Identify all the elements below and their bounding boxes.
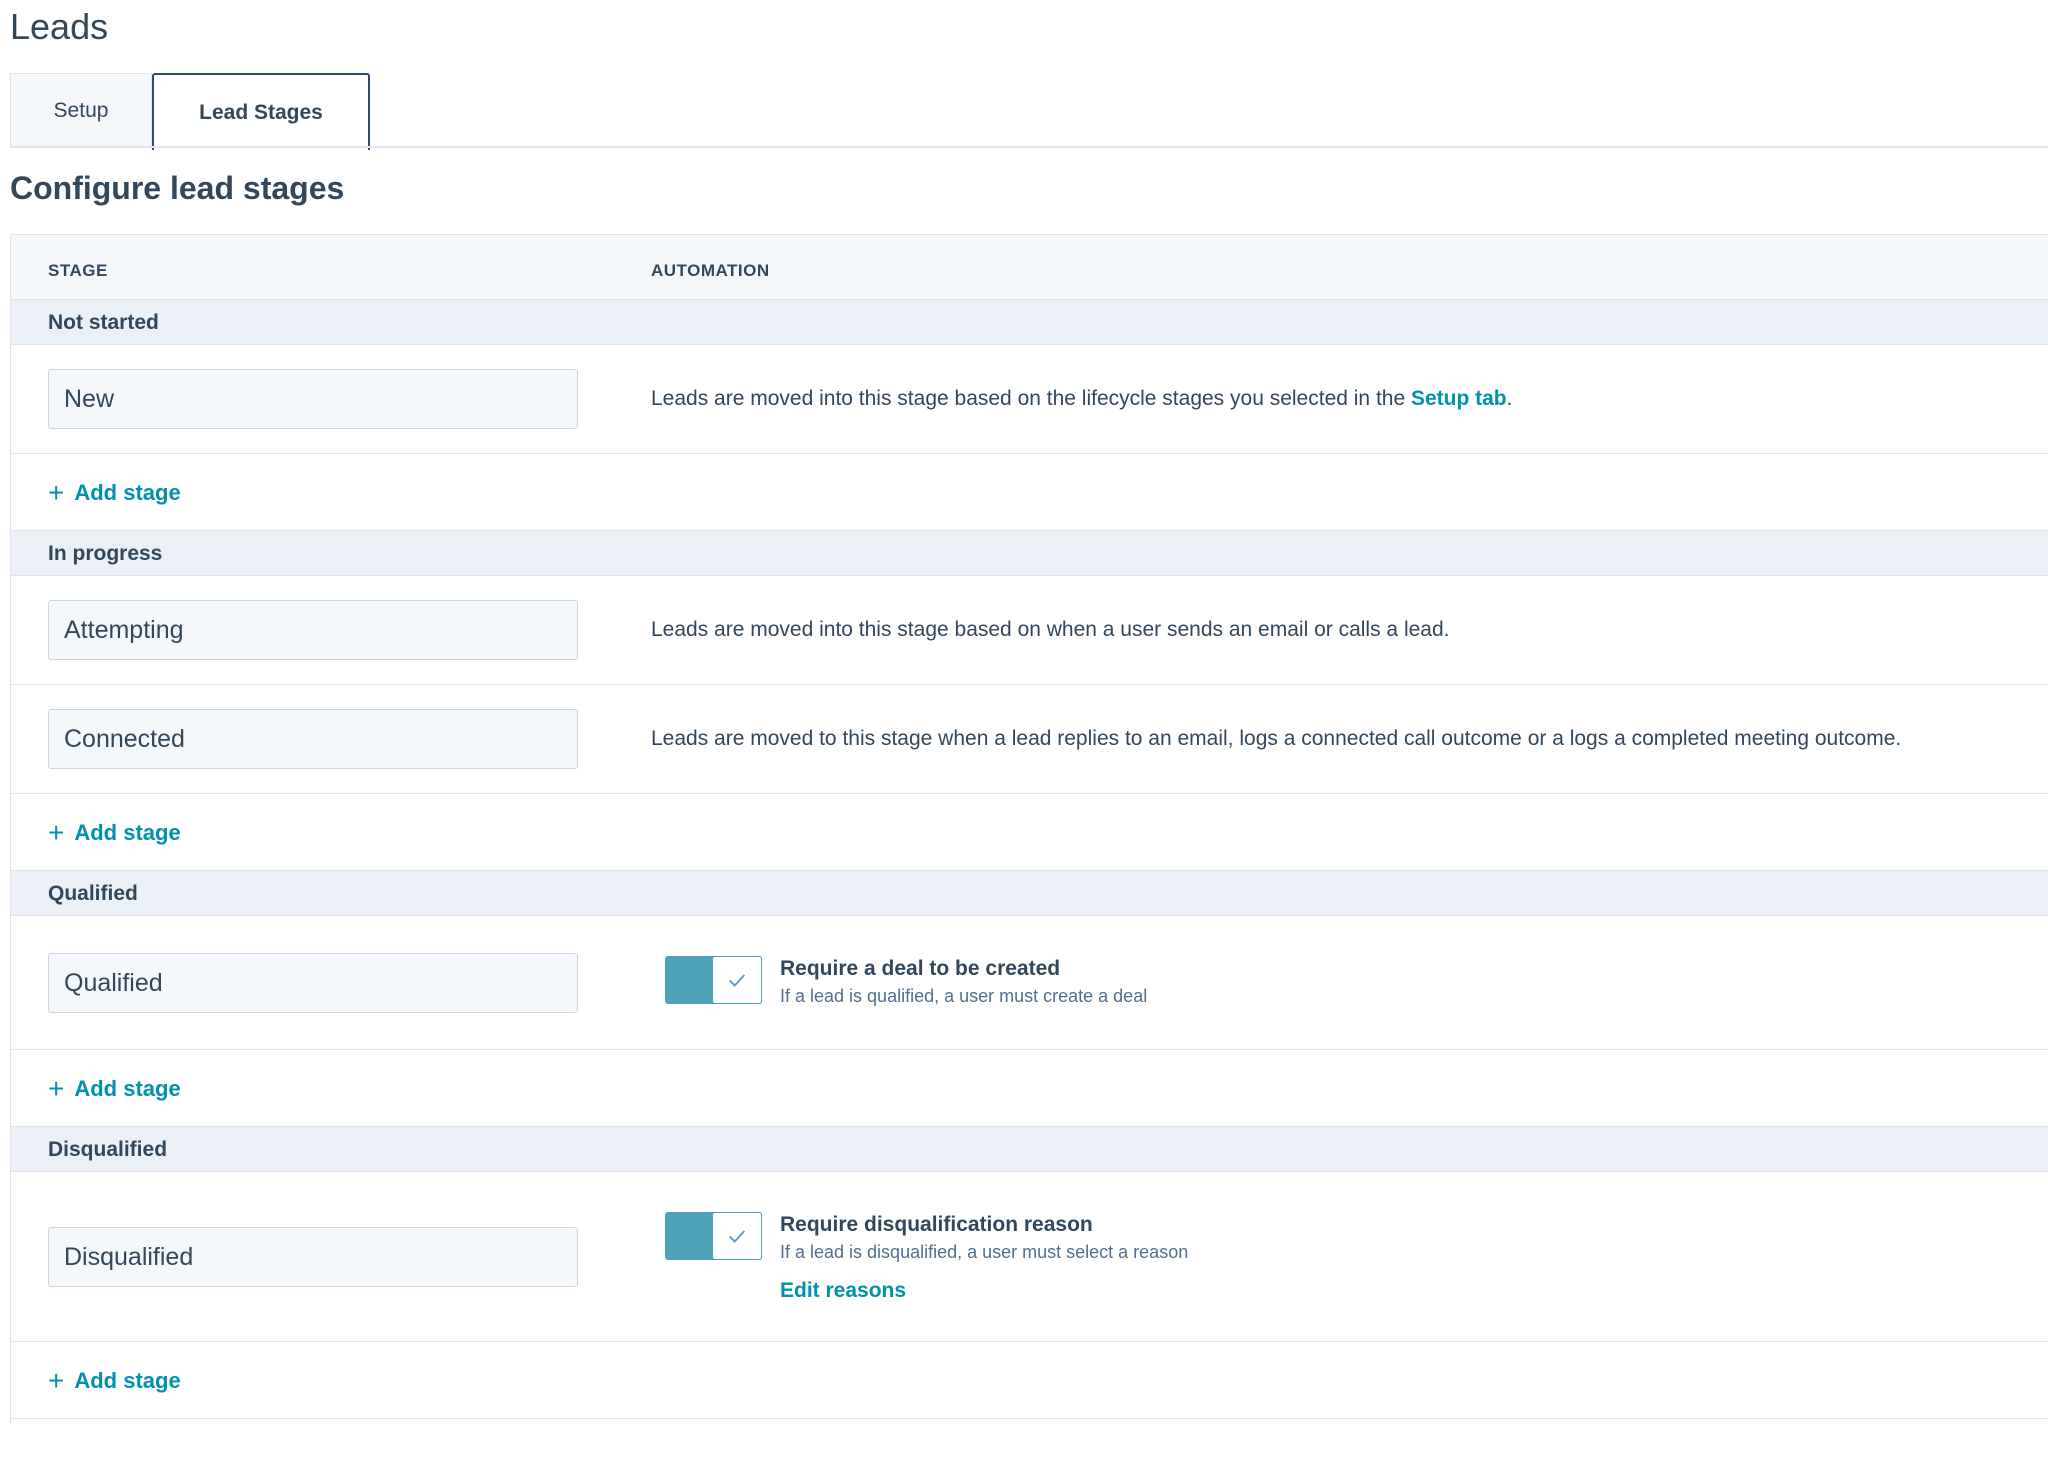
group-row-disqualified: Disqualified <box>11 1127 2048 1172</box>
table-row: Attempting Leads are moved into this sta… <box>11 576 2048 685</box>
tabs-divider <box>10 146 2048 148</box>
header-stage: STAGE <box>48 261 108 280</box>
add-stage-row: + Add stage <box>11 454 2048 531</box>
add-stage-button[interactable]: + Add stage <box>48 477 181 508</box>
add-stage-row: + Add stage <box>11 1050 2048 1127</box>
add-stage-label: Add stage <box>74 820 181 845</box>
header-automation: AUTOMATION <box>651 261 770 280</box>
add-stage-label: Add stage <box>74 1368 181 1393</box>
stage-name-input[interactable]: Connected <box>48 709 578 769</box>
toggle-knob <box>712 1212 762 1260</box>
toggle-title: Require disqualification reason <box>780 1213 1093 1236</box>
page-title: Leads <box>10 6 109 47</box>
add-stage-label: Add stage <box>74 1076 181 1101</box>
tab-lead-stages[interactable]: Lead Stages <box>152 73 370 150</box>
automation-suffix: . <box>1506 387 1513 410</box>
require-deal-toggle[interactable] <box>665 956 762 1004</box>
plus-icon: + <box>48 1073 65 1104</box>
toggle-knob <box>712 956 762 1004</box>
require-reason-toggle[interactable] <box>665 1212 762 1260</box>
add-stage-row: + Add stage <box>11 1342 2048 1419</box>
group-label: Disqualified <box>48 1138 168 1161</box>
check-icon <box>729 974 746 987</box>
table-header: STAGE AUTOMATION <box>11 234 2048 300</box>
stage-name-input[interactable]: New <box>48 369 578 429</box>
plus-icon: + <box>48 817 65 848</box>
check-icon <box>729 1230 746 1243</box>
add-stage-button[interactable]: + Add stage <box>48 1365 181 1396</box>
group-label: In progress <box>48 542 163 565</box>
add-stage-button[interactable]: + Add stage <box>48 1073 181 1104</box>
group-row-not-started: Not started <box>11 300 2048 345</box>
stage-name-input[interactable]: Attempting <box>48 600 578 660</box>
lead-stages-table: STAGE AUTOMATION Not started New Leads a… <box>10 234 2048 1424</box>
table-row: New Leads are moved into this stage base… <box>11 345 2048 454</box>
automation-text: Leads are moved into this stage based on… <box>651 618 1450 641</box>
group-label: Not started <box>48 311 159 334</box>
table-row: Connected Leads are moved to this stage … <box>11 685 2048 794</box>
toggle-description: If a lead is qualified, a user must crea… <box>780 986 1148 1006</box>
automation-text: Leads are moved to this stage when a lea… <box>651 727 1902 750</box>
edit-reasons-link[interactable]: Edit reasons <box>780 1279 906 1303</box>
section-title: Configure lead stages <box>10 170 345 206</box>
tab-setup[interactable]: Setup <box>10 73 152 148</box>
add-stage-label: Add stage <box>74 480 181 505</box>
stage-name-input[interactable]: Qualified <box>48 953 578 1013</box>
plus-icon: + <box>48 1365 65 1396</box>
automation-description: Leads are moved into this stage based on… <box>651 387 1411 410</box>
automation-text: Leads are moved into this stage based on… <box>651 387 1512 411</box>
group-label: Qualified <box>48 882 138 905</box>
setup-tab-link[interactable]: Setup tab <box>1411 387 1507 410</box>
add-stage-button[interactable]: + Add stage <box>48 817 181 848</box>
table-row: Disqualified Require disqualification re… <box>11 1172 2048 1342</box>
group-row-qualified: Qualified <box>11 871 2048 916</box>
toggle-description: If a lead is disqualified, a user must s… <box>780 1242 1189 1262</box>
stage-name-input[interactable]: Disqualified <box>48 1227 578 1287</box>
add-stage-row: + Add stage <box>11 794 2048 871</box>
group-row-in-progress: In progress <box>11 531 2048 576</box>
toggle-title: Require a deal to be created <box>780 957 1061 980</box>
table-row: Qualified Require a deal to be created I… <box>11 916 2048 1050</box>
plus-icon: + <box>48 477 65 508</box>
